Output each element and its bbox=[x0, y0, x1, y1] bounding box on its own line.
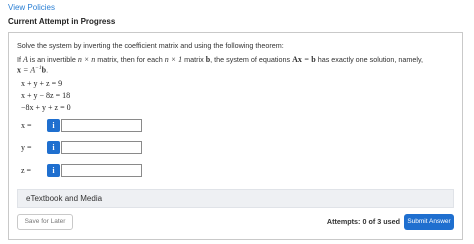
question-card: Solve the system by inverting the coeffi… bbox=[8, 32, 463, 240]
answer-label-z: z = bbox=[21, 166, 32, 175]
submit-answer-button[interactable]: Submit Answer bbox=[404, 214, 454, 230]
question-instruction: Solve the system by inverting the coeffi… bbox=[17, 41, 284, 50]
answer-label-y: y = bbox=[21, 143, 32, 152]
etextbook-media-label: eTextbook and Media bbox=[26, 194, 103, 203]
info-icon[interactable]: i bbox=[47, 141, 60, 154]
equation-1: x + y + z = 9 bbox=[21, 79, 63, 88]
etextbook-media-bar[interactable]: eTextbook and Media bbox=[17, 189, 454, 208]
theorem-text: If A is an invertible n × n matrix, then… bbox=[17, 55, 424, 75]
answer-input-y[interactable] bbox=[61, 141, 142, 154]
save-for-later-button[interactable]: Save for Later bbox=[17, 214, 73, 230]
answer-input-z[interactable] bbox=[61, 164, 142, 177]
attempts-counter: Attempts: 0 of 3 used bbox=[326, 217, 400, 226]
equation-2: x + y − 8z = 18 bbox=[21, 91, 71, 100]
answer-input-x[interactable] bbox=[61, 119, 142, 132]
attempt-heading: Current Attempt in Progress bbox=[8, 17, 116, 26]
equation-3: −8x + y + z = 0 bbox=[21, 103, 71, 112]
answer-label-x: x = bbox=[21, 121, 32, 130]
view-policies-link[interactable]: View Policies bbox=[8, 3, 55, 12]
info-icon[interactable]: i bbox=[47, 119, 60, 132]
info-icon[interactable]: i bbox=[47, 164, 60, 177]
